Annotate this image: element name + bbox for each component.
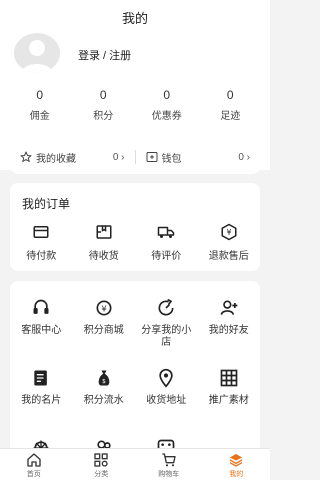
wallet-label: 钱包 — [161, 153, 182, 165]
stat-footprints[interactable]: 0 足迹 — [199, 88, 263, 122]
stat-value: 0 — [36, 88, 44, 102]
service-label: 积分流水 — [83, 395, 124, 406]
location-icon — [159, 368, 173, 388]
card-icon — [33, 226, 49, 238]
home-icon — [27, 453, 41, 467]
stat-points[interactable]: 0 积分 — [72, 88, 136, 122]
add-friend-icon — [220, 300, 238, 315]
order-label: 待评价 — [151, 251, 182, 262]
money-bag-icon: $ — [98, 370, 110, 386]
favorites-count-value: 0 — [112, 151, 119, 163]
service-label: 收货地址 — [146, 395, 187, 406]
cart-icon — [162, 453, 176, 467]
service-label: 客服中心 — [21, 325, 62, 336]
wallet-icon — [146, 151, 158, 163]
truck-icon — [158, 226, 175, 238]
order-pending-review[interactable]: 待评价 — [135, 223, 198, 262]
stat-label: 优惠券 — [151, 111, 182, 122]
service-label: 我的名片 — [21, 395, 62, 406]
tab-label: 分类 — [94, 471, 109, 478]
service-share-shop[interactable]: 分享我的小店 — [135, 297, 198, 359]
wallet-entry[interactable]: 钱包 0 › — [146, 150, 250, 165]
svg-text:¥: ¥ — [226, 228, 231, 237]
service-promo-material[interactable]: 推广素材 — [198, 367, 261, 429]
service-business-card[interactable]: 我的名片 — [10, 367, 73, 429]
package-icon — [96, 225, 112, 239]
share-icon — [158, 298, 174, 316]
orders-title: 我的订单 — [22, 197, 71, 211]
star-icon — [20, 151, 32, 163]
order-label: 退款售后 — [208, 251, 249, 262]
service-customer-center[interactable]: 客服中心 — [10, 297, 73, 359]
login-register-link[interactable]: 登录 / 注册 — [78, 47, 131, 63]
svg-text:¥: ¥ — [101, 303, 106, 313]
service-label: 我的好友 — [208, 325, 249, 336]
favorites-count: 0 › — [112, 151, 125, 163]
order-label: 待付款 — [26, 251, 57, 262]
stat-label: 足迹 — [220, 111, 241, 122]
profile-icon — [229, 454, 243, 467]
service-my-friends[interactable]: 我的好友 — [198, 297, 261, 359]
order-status-row: 待付款 待收货 待评价 ¥ 退款售后 — [10, 223, 260, 262]
stats-row: 0 佣金 0 积分 0 优惠券 0 足迹 — [8, 88, 262, 122]
services-card: 客服中心 ¥ 积分商城 分享我的小店 我的好友 我的名片 $ 积分流水 收货地址 — [10, 281, 260, 461]
wallet-count: 0 › — [238, 151, 250, 163]
stat-label: 佣金 — [29, 111, 50, 122]
favorites-label: 我的收藏 — [36, 153, 76, 165]
tab-cart[interactable]: 购物车 — [135, 449, 203, 480]
tab-category[interactable]: 分类 — [68, 449, 136, 480]
order-pending-receipt[interactable]: 待收货 — [73, 223, 136, 262]
stat-label: 积分 — [93, 111, 114, 122]
tab-label: 首页 — [26, 471, 41, 478]
favorites-wallet-card: 我的收藏 0 › 钱包 0 › — [10, 140, 260, 174]
order-label: 待收货 — [88, 251, 119, 262]
grid-icon — [220, 369, 238, 387]
divider — [134, 150, 136, 164]
stat-value: 0 — [163, 88, 171, 102]
page-title: 我的 — [121, 11, 148, 26]
service-icon — [33, 299, 49, 314]
favorites-entry[interactable]: 我的收藏 0 › — [20, 150, 125, 165]
service-label: 推广素材 — [208, 395, 249, 406]
service-label: 分享我的小店 — [141, 325, 192, 348]
stat-value: 0 — [99, 88, 107, 102]
stat-coupons[interactable]: 0 优惠券 — [135, 88, 199, 122]
wallet-count-value: 0 — [238, 151, 244, 163]
tab-profile[interactable]: 我的 — [203, 449, 271, 480]
tab-label: 我的 — [229, 471, 244, 478]
service-points-flow[interactable]: $ 积分流水 — [73, 367, 136, 429]
service-points-mall[interactable]: ¥ 积分商城 — [73, 297, 136, 359]
service-address[interactable]: 收货地址 — [135, 367, 198, 429]
orders-card: 我的订单 待付款 待收货 待评价 ¥ 退款售后 — [10, 183, 260, 271]
category-icon — [94, 453, 108, 467]
stat-commission[interactable]: 0 佣金 — [8, 88, 72, 122]
order-refund[interactable]: ¥ 退款售后 — [198, 223, 261, 262]
stat-value: 0 — [226, 88, 234, 102]
tab-home[interactable]: 首页 — [0, 449, 68, 480]
order-pending-payment[interactable]: 待付款 — [10, 223, 73, 262]
svg-text:$: $ — [102, 379, 106, 385]
business-card-icon — [34, 370, 48, 386]
avatar[interactable] — [14, 33, 60, 73]
bottom-tab-bar: 首页 分类 购物车 我的 — [0, 448, 270, 480]
service-label: 积分商城 — [83, 325, 124, 336]
refund-icon: ¥ — [221, 223, 237, 241]
points-mall-icon: ¥ — [96, 300, 112, 316]
tab-label: 购物车 — [158, 471, 180, 478]
